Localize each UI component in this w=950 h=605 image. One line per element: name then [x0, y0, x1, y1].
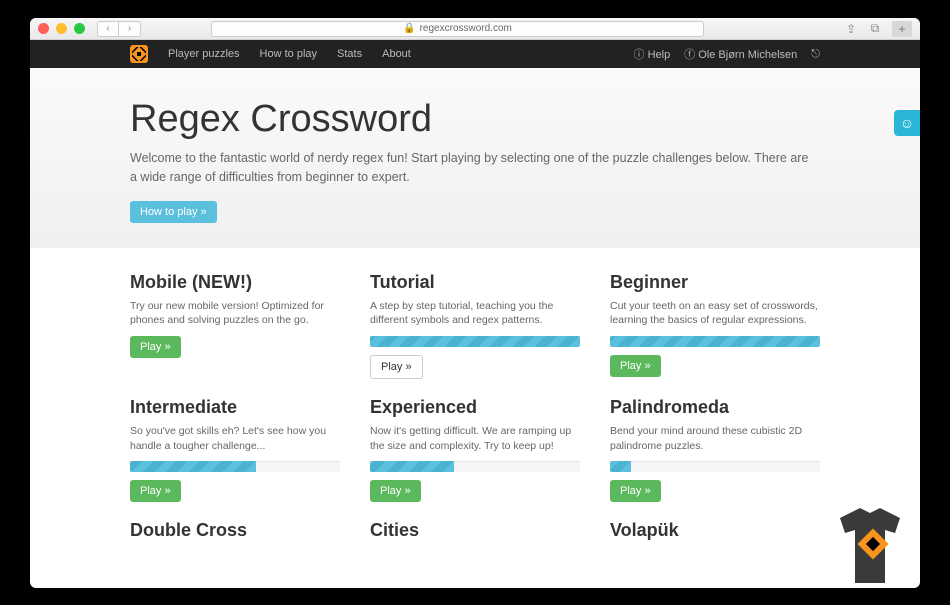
- progress-fill: [370, 336, 580, 347]
- nav-how-to-play[interactable]: How to play: [260, 48, 317, 60]
- challenge-card: Cities: [370, 520, 580, 547]
- hero-section: Regex Crossword Welcome to the fantastic…: [30, 68, 920, 248]
- challenge-card: Volapük: [610, 520, 820, 547]
- toolbar-right: ⇪ ⧉ +: [844, 21, 912, 37]
- challenge-title: Double Cross: [130, 520, 340, 541]
- challenge-title: Experienced: [370, 397, 580, 418]
- new-tab-button[interactable]: +: [892, 21, 912, 37]
- challenge-card: Beginner Cut your teeth on an easy set of…: [610, 272, 820, 379]
- tabs-icon[interactable]: ⧉: [868, 22, 882, 36]
- titlebar: ‹ › 🔒 regexcrossword.com ⇪ ⧉ +: [30, 18, 920, 40]
- challenge-card: Experienced Now it's getting difficult. W…: [370, 397, 580, 502]
- merch-corner[interactable]: [830, 508, 920, 588]
- progress-fill: [370, 461, 454, 472]
- progress-fill: [130, 461, 256, 472]
- challenge-title: Tutorial: [370, 272, 580, 293]
- challenge-title: Intermediate: [130, 397, 340, 418]
- nav-about[interactable]: About: [382, 48, 411, 60]
- challenge-description: A step by step tutorial, teaching you th…: [370, 299, 580, 328]
- help-icon: ⓘ: [634, 49, 648, 61]
- forward-button[interactable]: ›: [119, 21, 141, 37]
- progress-bar: [370, 461, 580, 472]
- challenge-description: So you've got skills eh? Let's see how y…: [130, 424, 340, 453]
- play-button[interactable]: Play »: [370, 480, 421, 502]
- challenge-card: Tutorial A step by step tutorial, teachin…: [370, 272, 580, 379]
- main-navbar: Player puzzles How to play Stats About ⓘ…: [30, 40, 920, 68]
- history-nav: ‹ ›: [97, 21, 141, 37]
- challenge-description: Bend your mind around these cubistic 2D …: [610, 424, 820, 453]
- play-button[interactable]: Play »: [610, 355, 661, 377]
- address-bar[interactable]: 🔒 regexcrossword.com: [211, 21, 704, 37]
- user-link[interactable]: ⓕ Ole Bjørn Michelsen: [684, 46, 797, 62]
- challenge-description: Cut your teeth on an easy set of crosswo…: [610, 299, 820, 328]
- lock-icon: 🔒: [403, 23, 415, 34]
- page-title: Regex Crossword: [130, 98, 820, 141]
- challenge-card: Palindromeda Bend your mind around these …: [610, 397, 820, 502]
- share-icon[interactable]: ⇪: [844, 22, 858, 36]
- progress-fill: [610, 336, 820, 347]
- challenge-description: Try our new mobile version! Optimized fo…: [130, 299, 340, 328]
- play-button[interactable]: Play »: [130, 336, 181, 358]
- nav-player-puzzles[interactable]: Player puzzles: [168, 48, 240, 60]
- challenge-card: Mobile (NEW!) Try our new mobile version!…: [130, 272, 340, 379]
- progress-bar: [130, 461, 340, 472]
- facebook-icon: ⓕ: [684, 49, 698, 61]
- challenge-card: Intermediate So you've got skills eh? Let…: [130, 397, 340, 502]
- logout-icon[interactable]: ⎋: [811, 48, 820, 61]
- challenge-grid: Mobile (NEW!) Try our new mobile version!…: [30, 248, 920, 572]
- minimize-window-button[interactable]: [56, 23, 67, 34]
- url-host: regexcrossword.com: [420, 23, 512, 34]
- traffic-lights: [38, 23, 85, 34]
- nav-stats[interactable]: Stats: [337, 48, 362, 60]
- play-button[interactable]: Play »: [610, 480, 661, 502]
- smiley-icon: ☺: [900, 115, 914, 131]
- help-link[interactable]: ⓘ Help: [634, 46, 671, 62]
- challenge-title: Volapük: [610, 520, 820, 541]
- challenge-title: Cities: [370, 520, 580, 541]
- challenge-title: Palindromeda: [610, 397, 820, 418]
- progress-fill: [610, 461, 631, 472]
- site-logo[interactable]: [130, 45, 148, 63]
- back-button[interactable]: ‹: [97, 21, 119, 37]
- maximize-window-button[interactable]: [74, 23, 85, 34]
- play-button[interactable]: Play »: [370, 355, 423, 379]
- close-window-button[interactable]: [38, 23, 49, 34]
- feedback-tab[interactable]: ☺: [894, 110, 920, 136]
- challenge-title: Beginner: [610, 272, 820, 293]
- how-to-play-button[interactable]: How to play »: [130, 201, 217, 223]
- challenge-description: Now it's getting difficult. We are rampi…: [370, 424, 580, 453]
- page-subtitle: Welcome to the fantastic world of nerdy …: [130, 149, 810, 187]
- progress-bar: [610, 336, 820, 347]
- browser-window: ‹ › 🔒 regexcrossword.com ⇪ ⧉ + Player pu…: [30, 18, 920, 588]
- play-button[interactable]: Play »: [130, 480, 181, 502]
- challenge-title: Mobile (NEW!): [130, 272, 340, 293]
- challenge-card: Double Cross: [130, 520, 340, 547]
- progress-bar: [370, 336, 580, 347]
- progress-bar: [610, 461, 820, 472]
